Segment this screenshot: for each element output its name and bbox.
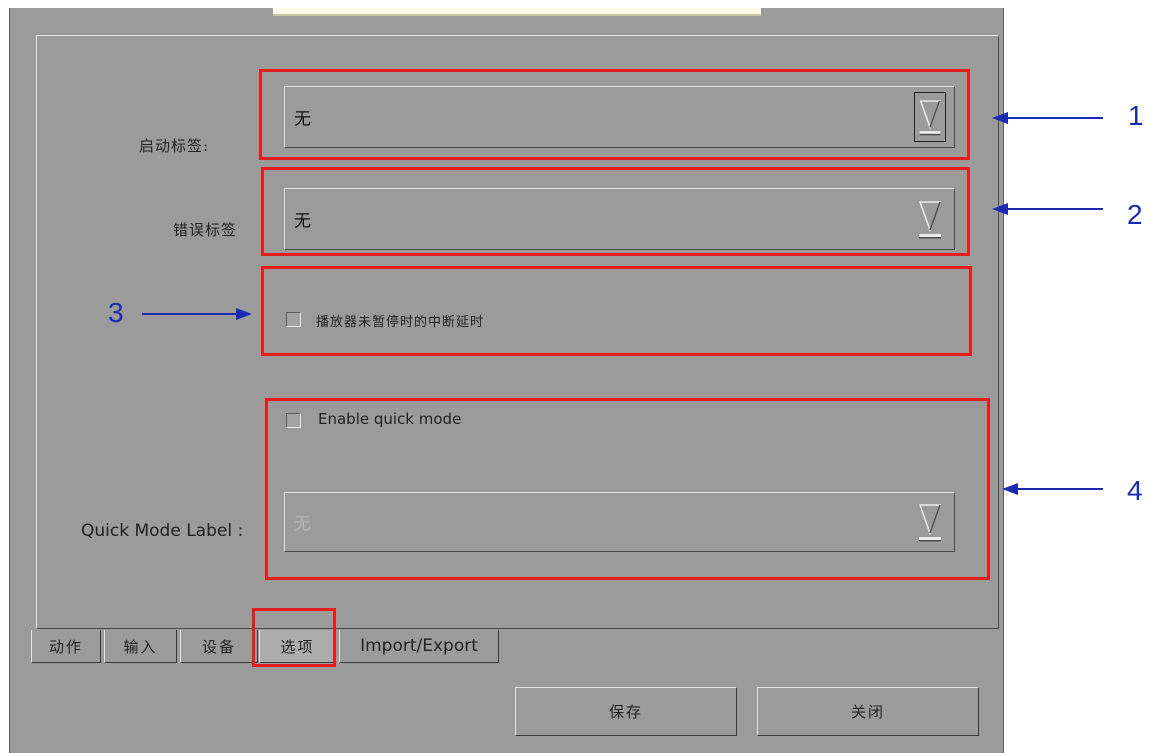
callout-arrows bbox=[142, 112, 1103, 495]
